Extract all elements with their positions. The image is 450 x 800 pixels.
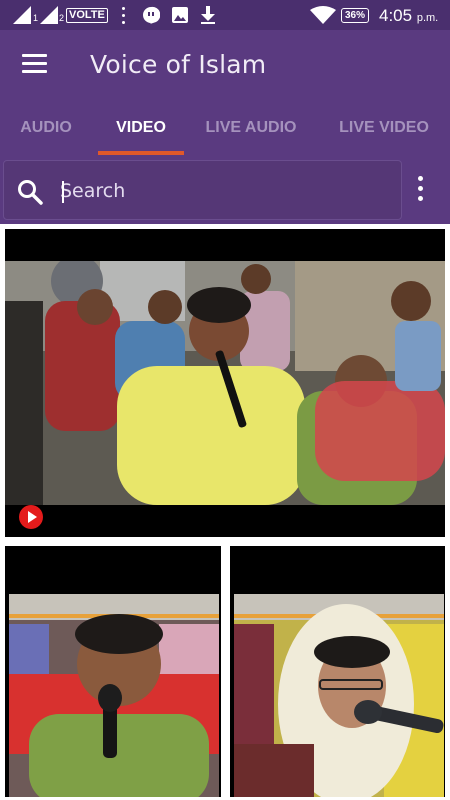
clock-suffix: p.m. <box>416 12 439 24</box>
battery-indicator: 36% <box>341 8 370 23</box>
sim2-label: 2 <box>59 13 65 23</box>
video-tile[interactable] <box>2 226 448 540</box>
video-tile[interactable] <box>2 543 224 800</box>
chat-bubble-icon <box>143 6 160 24</box>
search-row <box>0 156 450 224</box>
video-thumbnail-image <box>5 261 445 505</box>
app-bar: Voice of Islam <box>0 30 450 102</box>
search-icon[interactable] <box>16 178 44 206</box>
clock: 4:05 p.m. <box>379 6 438 26</box>
sim1-label: 1 <box>33 13 39 23</box>
tab-bar: AUDIO VIDEO LIVE AUDIO LIVE VIDEO <box>0 102 450 156</box>
signal-icon <box>13 6 31 24</box>
app-title: Voice of Islam <box>90 50 267 79</box>
text-cursor <box>62 181 64 203</box>
tab-audio[interactable]: AUDIO <box>14 102 78 156</box>
video-thumbnail <box>5 261 445 505</box>
video-thumbnail-image <box>9 594 219 797</box>
image-icon <box>172 7 188 23</box>
video-thumbnail <box>9 594 219 797</box>
clock-time: 4:05 <box>379 6 413 25</box>
youtube-icon <box>19 505 43 529</box>
tab-video[interactable]: VIDEO <box>98 102 184 156</box>
more-notifications-icon <box>122 6 126 24</box>
volte-badge: VOLTE <box>66 8 108 23</box>
search-input[interactable] <box>60 177 380 205</box>
tab-live-video[interactable]: LIVE VIDEO <box>330 102 438 156</box>
wifi-icon <box>310 6 336 24</box>
active-tab-indicator <box>98 151 184 155</box>
search-box[interactable] <box>3 160 402 220</box>
more-options-icon[interactable] <box>410 176 430 204</box>
video-thumbnail-image <box>234 594 444 797</box>
tab-live-audio[interactable]: LIVE AUDIO <box>198 102 304 156</box>
download-icon <box>201 6 215 24</box>
menu-icon[interactable] <box>22 54 48 76</box>
video-thumbnail <box>234 594 444 797</box>
video-tile[interactable] <box>227 543 448 800</box>
status-bar: 1 2 VOLTE 36% 4:05 p.m. <box>0 0 450 30</box>
